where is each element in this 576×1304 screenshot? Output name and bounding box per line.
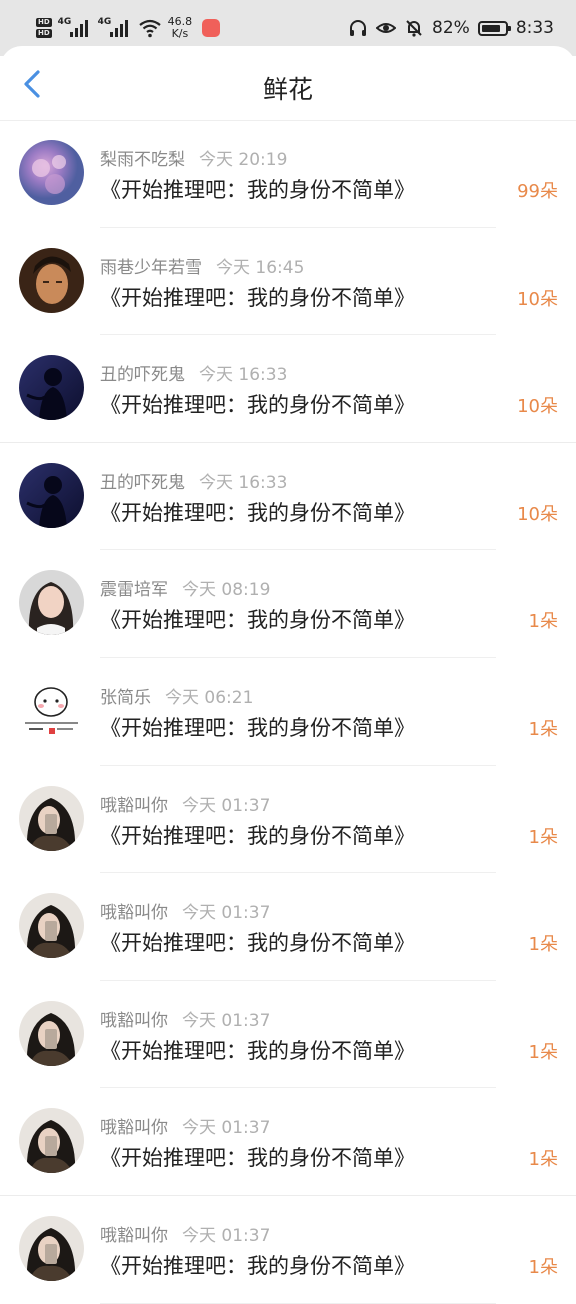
- sent-time: 今天 08:19: [182, 580, 271, 601]
- avatar[interactable]: [19, 140, 84, 205]
- book-title[interactable]: 《开始推理吧：我的身份不简单》: [100, 1035, 415, 1065]
- avatar[interactable]: [19, 247, 84, 313]
- book-title[interactable]: 《开始推理吧：我的身份不简单》: [100, 282, 415, 312]
- cellular-signal-icon: 4G: [58, 17, 92, 39]
- flower-count: 10朵: [517, 288, 558, 310]
- divider: [100, 1302, 496, 1304]
- sender-meta: 丑的吓死鬼 今天 16:33: [100, 360, 287, 385]
- headphones-icon: [350, 20, 367, 36]
- book-title[interactable]: 《开始推理吧：我的身份不简单》: [100, 1250, 415, 1280]
- sender-name: 张简乐: [100, 687, 151, 708]
- list-item[interactable]: 丑的吓死鬼 今天 16:33 《开始推理吧：我的身份不简单》 10朵: [0, 335, 576, 443]
- book-title[interactable]: 《开始推理吧：我的身份不简单》: [100, 389, 415, 419]
- sender-meta: 震雷培军 今天 08:19: [100, 575, 270, 600]
- avatar[interactable]: [19, 677, 84, 743]
- sender-name: 哦豁叫你: [100, 795, 168, 816]
- sent-time: 今天 01:37: [182, 795, 271, 816]
- book-title[interactable]: 《开始推理吧：我的身份不简单》: [100, 820, 415, 850]
- sender-meta: 丑的吓死鬼 今天 16:33: [100, 468, 287, 493]
- list-item[interactable]: 梨雨不吃梨 今天 20:19 《开始推理吧：我的身份不简单》 99朵: [0, 120, 576, 228]
- flower-count: 1朵: [528, 826, 558, 848]
- list-item[interactable]: 哦豁叫你 今天 01:37 《开始推理吧：我的身份不简单》 1朵: [0, 873, 576, 981]
- list-item[interactable]: 张简乐 今天 06:21 《开始推理吧：我的身份不简单》 1朵: [0, 658, 576, 766]
- avatar[interactable]: [19, 462, 84, 528]
- sent-time: 今天 01:37: [182, 1118, 271, 1139]
- book-title[interactable]: 《开始推理吧：我的身份不简单》: [100, 1142, 415, 1172]
- book-title[interactable]: 《开始推理吧：我的身份不简单》: [100, 712, 415, 742]
- flower-count: 1朵: [528, 1256, 558, 1278]
- sender-name: 哦豁叫你: [100, 1010, 168, 1031]
- book-title[interactable]: 《开始推理吧：我的身份不简单》: [100, 604, 415, 634]
- sender-name: 雨巷少年若雪: [100, 257, 202, 278]
- cellular-signal-2-icon: 4G: [98, 17, 132, 39]
- sent-time: 今天 16:33: [199, 365, 288, 386]
- avatar[interactable]: [19, 893, 84, 959]
- wifi-icon: [138, 19, 161, 38]
- sent-time: 今天 16:33: [199, 472, 288, 493]
- list-item[interactable]: 哦豁叫你 今天 01:37 《开始推理吧：我的身份不简单》 1朵: [0, 1088, 576, 1196]
- sent-time: 今天 01:37: [182, 903, 271, 924]
- mute-bell-icon: [406, 20, 422, 37]
- sender-meta: 哦豁叫你 今天 01:37: [100, 1006, 270, 1031]
- network-speed: 46.8 K/s: [167, 15, 193, 40]
- flower-count: 1朵: [528, 718, 558, 740]
- avatar[interactable]: [19, 785, 84, 851]
- flower-count: 10朵: [517, 503, 558, 525]
- flower-count: 1朵: [528, 1041, 558, 1063]
- sent-time: 今天 01:37: [182, 1225, 271, 1246]
- sent-time: 今天 16:45: [216, 257, 305, 278]
- clock: 8:33: [515, 18, 554, 38]
- hd-icon: HD HD: [36, 18, 52, 38]
- flower-count: 1朵: [528, 611, 558, 633]
- sender-meta: 哦豁叫你 今天 01:37: [100, 1113, 270, 1138]
- sender-meta: 梨雨不吃梨 今天 20:19: [100, 145, 287, 170]
- sender-name: 哦豁叫你: [100, 1225, 168, 1246]
- sender-meta: 哦豁叫你 今天 01:37: [100, 791, 270, 816]
- list-item[interactable]: 震雷培军 今天 08:19 《开始推理吧：我的身份不简单》 1朵: [0, 550, 576, 658]
- sender-meta: 雨巷少年若雪 今天 16:45: [100, 253, 304, 278]
- avatar[interactable]: [19, 570, 84, 636]
- eye-icon: [376, 23, 397, 33]
- sender-meta: 哦豁叫你 今天 01:37: [100, 898, 270, 923]
- flower-count: 10朵: [517, 396, 558, 418]
- sender-name: 梨雨不吃梨: [100, 150, 185, 170]
- flower-gift-list: 梨雨不吃梨 今天 20:19 《开始推理吧：我的身份不简单》 99朵 雨巷少年若雪 今天 …: [0, 120, 576, 1304]
- sent-time: 今天 06:21: [165, 687, 254, 708]
- sender-name: 哦豁叫你: [100, 903, 168, 924]
- avatar[interactable]: [19, 1108, 84, 1174]
- sender-name: 丑的吓死鬼: [100, 472, 185, 493]
- list-item[interactable]: 哦豁叫你 今天 01:37 《开始推理吧：我的身份不简单》 1朵: [0, 981, 576, 1089]
- avatar[interactable]: [19, 355, 84, 421]
- sent-time: 今天 01:37: [182, 1010, 271, 1031]
- page-title: 鲜花: [262, 75, 313, 104]
- battery-percent: 82%: [432, 18, 470, 38]
- flower-count: 1朵: [528, 934, 558, 956]
- book-title[interactable]: 《开始推理吧：我的身份不简单》: [100, 174, 415, 204]
- list-item[interactable]: 哦豁叫你 今天 01:37 《开始推理吧：我的身份不简单》 1朵: [0, 766, 576, 874]
- flower-count: 99朵: [517, 181, 558, 202]
- list-item[interactable]: 哦豁叫你 今天 01:37 《开始推理吧：我的身份不简单》 1朵: [0, 1196, 576, 1304]
- sender-name: 哦豁叫你: [100, 1118, 168, 1139]
- battery-icon: [477, 20, 511, 36]
- list-item[interactable]: 雨巷少年若雪 今天 16:45 《开始推理吧：我的身份不简单》 10朵: [0, 228, 576, 336]
- list-item[interactable]: 丑的吓死鬼 今天 16:33 《开始推理吧：我的身份不简单》 10朵: [0, 443, 576, 551]
- sender-name: 丑的吓死鬼: [100, 365, 185, 386]
- avatar[interactable]: [19, 1000, 84, 1066]
- sent-time: 今天 20:19: [199, 150, 288, 170]
- sender-name: 震雷培军: [100, 580, 168, 601]
- flower-count: 1朵: [528, 1149, 558, 1171]
- sender-meta: 哦豁叫你 今天 01:37: [100, 1221, 270, 1246]
- sender-meta: 张简乐 今天 06:21: [100, 683, 253, 708]
- app-header: 鲜花: [0, 46, 576, 121]
- book-title[interactable]: 《开始推理吧：我的身份不简单》: [100, 497, 415, 527]
- shopping-bag-icon: [202, 19, 221, 37]
- book-title[interactable]: 《开始推理吧：我的身份不简单》: [100, 927, 415, 957]
- avatar[interactable]: [19, 1215, 84, 1281]
